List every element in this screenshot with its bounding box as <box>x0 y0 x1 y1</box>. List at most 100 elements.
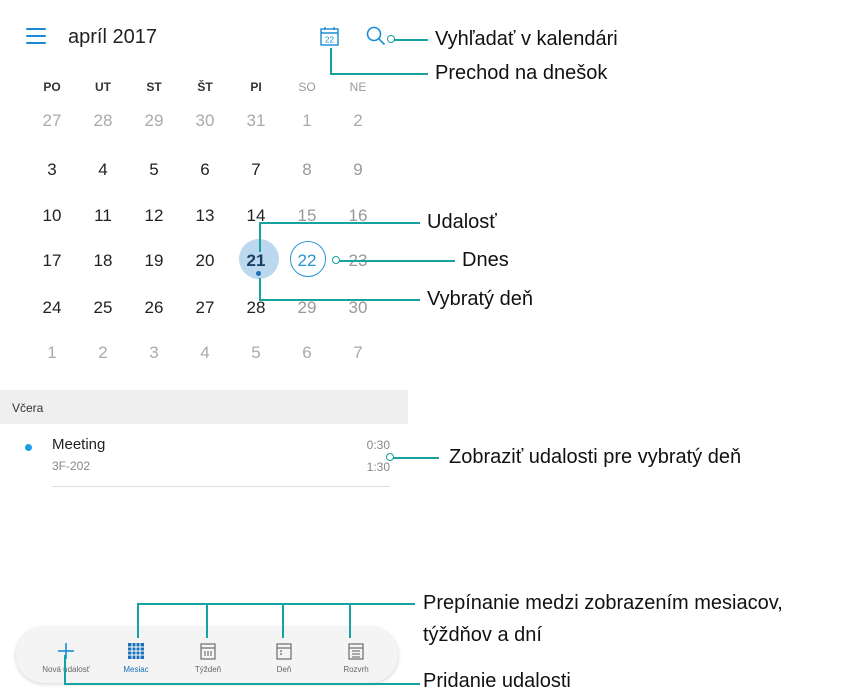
leader-add-h <box>64 683 420 685</box>
leader-event-v <box>259 222 261 252</box>
calendar-day[interactable]: 3 <box>32 160 72 180</box>
annotation-today: Dnes <box>462 249 509 271</box>
day-icon <box>274 641 294 661</box>
new-event-button[interactable]: Nová udalosť <box>38 627 94 683</box>
nav-label: Mesiac <box>123 665 149 674</box>
leader-search <box>392 39 428 41</box>
leader-events <box>391 457 439 459</box>
leader-switch-v <box>206 603 208 638</box>
calendar-day[interactable]: 31 <box>236 111 276 131</box>
search-icon[interactable] <box>366 26 386 46</box>
calendar-day[interactable]: 27 <box>185 298 225 318</box>
calendar-day[interactable]: 21 <box>236 251 276 271</box>
tab-day[interactable]: Deň <box>256 627 312 683</box>
calendar-day[interactable]: 11 <box>83 206 123 226</box>
weekday-label: NE <box>349 80 367 94</box>
leader-switch-v <box>349 603 351 638</box>
schedule-icon <box>346 641 366 661</box>
event-indicator-dot <box>256 271 261 276</box>
leader-today-v <box>330 48 332 74</box>
month-title[interactable]: apríl 2017 <box>68 26 157 49</box>
event-location: 3F-202 <box>52 459 91 473</box>
calendar-day[interactable]: 3 <box>134 343 174 363</box>
annotation-switch-line1: Prepínanie medzi zobrazením mesiacov, <box>423 592 783 614</box>
calendar-day[interactable]: 20 <box>185 251 225 271</box>
week-icon <box>198 641 218 661</box>
event-end-time: 1:30 <box>366 460 390 474</box>
go-to-today-icon[interactable]: 22 <box>320 26 339 46</box>
weekday-label: PO <box>43 80 61 94</box>
weekday-label: ŠT <box>197 80 213 94</box>
calendar-day[interactable]: 10 <box>32 206 72 226</box>
annotation-go-today: Prechod na dnešok <box>435 62 608 84</box>
annotation-selected-day: Vybratý deň <box>427 288 533 310</box>
calendar-day[interactable]: 8 <box>287 160 327 180</box>
leader-switch-h <box>137 603 415 605</box>
tab-schedule[interactable]: Rozvrh <box>328 627 384 683</box>
calendar-day[interactable]: 6 <box>185 160 225 180</box>
plus-icon <box>56 641 76 661</box>
leader-today-circle <box>337 260 455 262</box>
leader-selected-v <box>259 278 261 300</box>
leader-add-v <box>64 655 66 684</box>
calendar-day[interactable]: 1 <box>32 343 72 363</box>
calendar-day[interactable]: 6 <box>287 343 327 363</box>
app-header: apríl 2017 22 <box>0 0 408 62</box>
leader-switch-v <box>137 603 139 638</box>
calendar-day[interactable]: 9 <box>338 160 378 180</box>
month-grid-icon <box>126 641 146 661</box>
calendar-day[interactable]: 22 <box>287 251 327 271</box>
calendar-day[interactable]: 24 <box>32 298 72 318</box>
calendar-app: apríl 2017 22 PO UT ST ŠT PI SO NE 2728 <box>0 0 408 690</box>
leader-end <box>387 35 395 43</box>
calendar-day[interactable]: 28 <box>83 111 123 131</box>
calendar-day[interactable]: 2 <box>83 343 123 363</box>
leader-event-h <box>259 222 420 224</box>
calendar-day[interactable]: 30 <box>185 111 225 131</box>
leader-end <box>386 453 394 461</box>
nav-label: Týždeň <box>194 665 222 674</box>
calendar-day[interactable]: 13 <box>185 206 225 226</box>
section-label: Včera <box>12 401 44 415</box>
annotation-switch-line2: týždňov a dní <box>423 624 542 646</box>
leader-today-h <box>330 73 428 75</box>
weekday-label: UT <box>95 80 111 94</box>
leader-selected-h <box>259 299 420 301</box>
event-title: Meeting <box>52 436 106 453</box>
calendar-day[interactable]: 5 <box>134 160 174 180</box>
leader-end <box>332 256 340 264</box>
weekday-label: PI <box>250 80 262 94</box>
calendar-day[interactable]: 7 <box>338 343 378 363</box>
calendar-day[interactable]: 29 <box>134 111 174 131</box>
events-section-header: Včera <box>0 390 408 424</box>
annotation-show-events: Zobraziť udalosti pre vybratý deň <box>449 446 742 468</box>
divider <box>52 486 390 487</box>
calendar-day[interactable]: 19 <box>134 251 174 271</box>
tab-week[interactable]: Týždeň <box>180 627 236 683</box>
calendar-day[interactable]: 4 <box>185 343 225 363</box>
calendar-day[interactable]: 17 <box>32 251 72 271</box>
calendar-day[interactable]: 2 <box>338 111 378 131</box>
calendar-day[interactable]: 18 <box>83 251 123 271</box>
weekday-label: SO <box>298 80 316 94</box>
calendar-day[interactable]: 25 <box>83 298 123 318</box>
weekday-label: ST <box>146 80 162 94</box>
nav-label: Rozvrh <box>343 665 369 674</box>
calendar-day[interactable]: 28 <box>236 298 276 318</box>
calendar-day[interactable]: 29 <box>287 298 327 318</box>
calendar-day[interactable]: 12 <box>134 206 174 226</box>
today-icon-day: 22 <box>325 36 334 45</box>
calendar-day[interactable]: 7 <box>236 160 276 180</box>
calendar-day[interactable]: 30 <box>338 298 378 318</box>
menu-icon[interactable] <box>26 28 46 44</box>
event-start-time: 0:30 <box>366 438 390 452</box>
event-color-dot <box>25 444 32 451</box>
calendar-day[interactable]: 4 <box>83 160 123 180</box>
calendar-day[interactable]: 27 <box>32 111 72 131</box>
calendar-day[interactable]: 5 <box>236 343 276 363</box>
calendar-day[interactable]: 1 <box>287 111 327 131</box>
nav-label: Nová udalosť <box>42 665 90 674</box>
tab-month[interactable]: Mesiac <box>108 627 164 683</box>
calendar-day[interactable]: 26 <box>134 298 174 318</box>
nav-label: Deň <box>276 665 292 674</box>
